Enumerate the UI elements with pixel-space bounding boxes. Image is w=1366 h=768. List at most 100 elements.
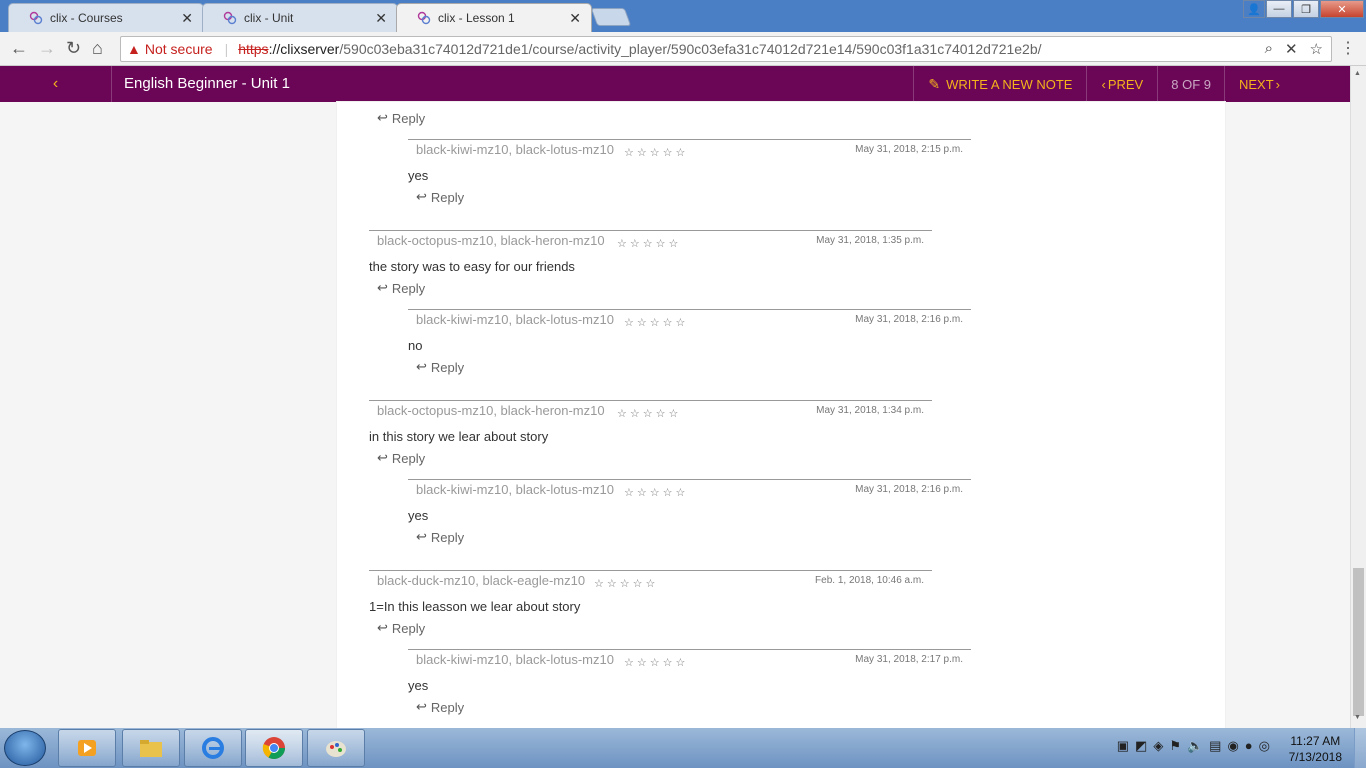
clix-favicon-icon [223,11,237,25]
tray-app-icon[interactable]: ▣ [1117,738,1129,754]
file-explorer-icon[interactable] [122,729,180,767]
new-tab-button[interactable] [590,8,632,26]
update-icon[interactable]: ● [1245,738,1253,754]
acrobat-icon[interactable]: ◩ [1135,738,1147,754]
reply-button[interactable]: ↩ Reply [377,450,425,466]
prev-button[interactable]: ‹ PREV [1086,66,1157,102]
reply-button[interactable]: ↩ Reply [416,189,464,205]
reply-label: Reply [391,110,426,126]
show-desktop-button[interactable] [1354,728,1366,768]
taskbar-clock[interactable]: 11:27 AM 7/13/2018 [1289,733,1342,765]
paint-icon[interactable] [307,729,365,767]
close-window-button[interactable]: ✕ [1320,0,1364,18]
security-label: Not secure [144,41,213,57]
tab-close-icon[interactable]: ✕ [569,10,581,27]
reply-label: Reply [430,529,465,545]
note-date: May 31, 2018, 1:35 p.m. [816,235,924,246]
tab-close-icon[interactable]: ✕ [375,10,387,27]
window-controls: 👤 — ❐ ✕ [1242,0,1364,20]
network-app-icon[interactable]: ◈ [1153,738,1163,754]
next-button[interactable]: NEXT › [1223,66,1350,102]
note-header: black-kiwi-mz10, black-lotus-mz10 ☆☆☆☆☆ … [408,139,971,163]
user-profile-icon[interactable]: 👤 [1243,0,1265,18]
reply-label: Reply [391,280,426,296]
internet-explorer-icon[interactable] [184,729,242,767]
browser-tab-courses[interactable]: clix - Courses ✕ [8,3,204,32]
note-authors[interactable]: black-octopus-mz10, black-heron-mz10 [377,403,605,418]
address-bar: ← → ↻ ⌂ ▲ Not secure | https ://clixserv… [0,32,1366,66]
note-authors[interactable]: black-octopus-mz10, black-heron-mz10 [377,233,605,248]
browser-tab-strip: clix - Courses ✕ clix - Unit ✕ clix - Le… [0,0,1366,32]
rating-stars-icon[interactable]: ☆☆☆☆☆ [617,407,681,420]
tab-close-icon[interactable]: ✕ [181,10,193,27]
note-text: yes [408,508,429,523]
reply-label: Reply [430,189,465,205]
reply-button[interactable]: ↩ Reply [377,110,425,126]
reply-button[interactable]: ↩ Reply [416,529,464,545]
page-scrollbar[interactable]: ▲ ▼ [1350,66,1366,728]
note-header: black-kiwi-mz10, black-lotus-mz10 ☆☆☆☆☆ … [408,479,971,503]
browser-tab-lesson[interactable]: clix - Lesson 1 ✕ [396,3,592,32]
reply-arrow-icon: ↩ [416,189,427,204]
reply-arrow-icon: ↩ [377,110,388,125]
write-note-label: WRITE A NEW NOTE [946,76,1073,92]
note-text: no [408,338,423,353]
clock-time: 11:27 AM [1290,734,1341,748]
tools-icon[interactable]: ✕ [1285,40,1298,58]
rating-stars-icon[interactable]: ☆☆☆☆☆ [624,146,688,159]
url-input[interactable]: ▲ Not secure | https ://clixserver /590c… [120,36,1332,62]
back-arrow-icon[interactable]: ← [10,38,28,59]
chrome-icon[interactable] [245,729,303,767]
rating-stars-icon[interactable]: ☆☆☆☆☆ [594,577,658,590]
reload-icon[interactable]: ↻ [66,38,81,59]
note-authors[interactable]: black-duck-mz10, black-eagle-mz10 [377,573,585,588]
volume-icon[interactable]: 🔈 [1187,738,1203,754]
reply-button[interactable]: ↩ Reply [416,699,464,715]
note-text: yes [408,678,429,693]
browser-tab-unit[interactable]: clix - Unit ✕ [202,3,398,32]
bluetooth-icon[interactable]: ◉ [1227,738,1238,754]
rating-stars-icon[interactable]: ☆☆☆☆☆ [624,486,688,499]
rating-stars-icon[interactable]: ☆☆☆☆☆ [617,237,681,250]
reply-label: Reply [391,450,426,466]
scroll-thumb[interactable] [1353,568,1364,716]
note-date: May 31, 2018, 2:16 p.m. [855,314,963,325]
note-date: May 31, 2018, 2:17 p.m. [855,654,963,665]
note-authors[interactable]: black-kiwi-mz10, black-lotus-mz10 [416,652,614,667]
zoom-icon[interactable]: ⌕ [1265,40,1273,58]
media-player-icon[interactable] [58,729,116,767]
antivirus-icon[interactable]: ◎ [1259,738,1270,754]
bookmark-star-icon[interactable]: ☆ [1310,40,1323,58]
scroll-up-icon[interactable]: ▲ [1354,70,1361,77]
maximize-button[interactable]: ❐ [1293,0,1319,18]
scroll-down-icon[interactable]: ▼ [1354,714,1361,721]
reply-button[interactable]: ↩ Reply [416,359,464,375]
back-chevron-button[interactable]: ‹ [0,66,112,102]
clock-date: 7/13/2018 [1288,750,1342,764]
clix-favicon-icon [417,11,431,25]
note-authors[interactable]: black-kiwi-mz10, black-lotus-mz10 [416,142,614,157]
home-icon[interactable]: ⌂ [92,38,103,59]
reply-arrow-icon: ↩ [416,529,427,544]
url-scheme: https [238,41,269,57]
url-path: /590c03eba31c74012d721de1/course/activit… [339,41,1042,57]
note-header: black-duck-mz10, black-eagle-mz10 ☆☆☆☆☆ … [369,570,932,594]
start-button[interactable] [4,730,46,766]
reply-button[interactable]: ↩ Reply [377,620,425,636]
rating-stars-icon[interactable]: ☆☆☆☆☆ [624,316,688,329]
network-icon[interactable]: ▤ [1209,738,1221,754]
clix-favicon-icon [29,11,43,25]
note-authors[interactable]: black-kiwi-mz10, black-lotus-mz10 [416,482,614,497]
rating-stars-icon[interactable]: ☆☆☆☆☆ [624,656,688,669]
note-date: May 31, 2018, 2:16 p.m. [855,484,963,495]
minimize-button[interactable]: — [1266,0,1292,18]
flag-icon[interactable]: ⚑ [1169,738,1181,754]
forward-arrow-icon[interactable]: → [38,38,56,59]
browser-menu-icon[interactable]: ⋮ [1340,38,1356,58]
reply-arrow-icon: ↩ [416,699,427,714]
write-note-button[interactable]: ✎ WRITE A NEW NOTE [913,66,1086,102]
reply-button[interactable]: ↩ Reply [377,280,425,296]
tab-title: clix - Unit [244,11,294,25]
note-authors[interactable]: black-kiwi-mz10, black-lotus-mz10 [416,312,614,327]
note-text: yes [408,168,429,183]
